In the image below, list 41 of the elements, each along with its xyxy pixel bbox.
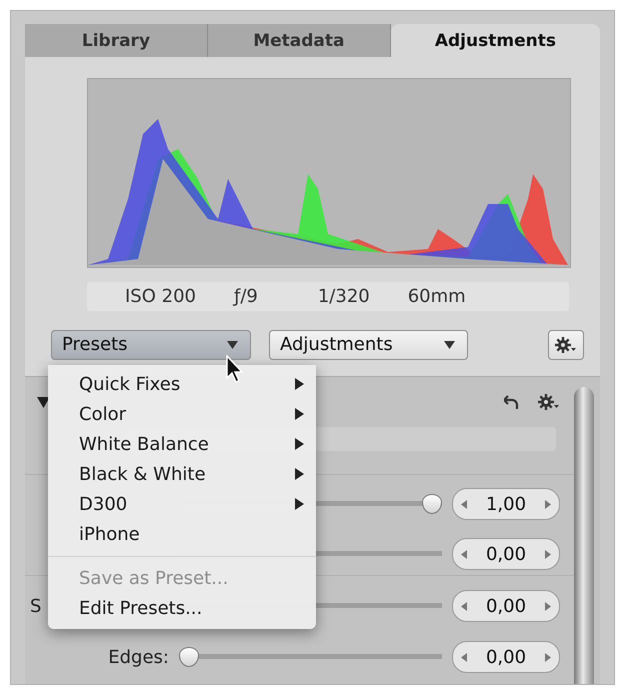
- presets-dropdown[interactable]: Presets: [51, 330, 251, 360]
- right-arrow-icon[interactable]: [544, 602, 551, 610]
- menu-item[interactable]: White Balance: [48, 429, 316, 459]
- right-arrow-icon[interactable]: [544, 500, 551, 508]
- menu-item[interactable]: Edit Presets...: [48, 593, 316, 623]
- right-arrow-icon[interactable]: [544, 550, 551, 558]
- value-stepper[interactable]: 0,00: [452, 641, 560, 673]
- menu-item[interactable]: Color: [48, 399, 316, 429]
- panel-tab[interactable]: Metadata: [208, 24, 391, 57]
- left-arrow-icon[interactable]: [461, 652, 467, 662]
- value-stepper[interactable]: 1,00: [452, 488, 560, 520]
- panel-tab[interactable]: Library: [25, 24, 208, 57]
- left-arrow-icon[interactable]: [461, 550, 467, 558]
- disclosure-triangle-icon[interactable]: [37, 396, 50, 408]
- left-arrow-icon[interactable]: [461, 500, 467, 508]
- scrollbar-thumb[interactable]: [574, 387, 594, 684]
- value-stepper[interactable]: 0,00: [452, 538, 560, 570]
- undo-icon[interactable]: [504, 394, 520, 410]
- caret-icon: [444, 340, 455, 348]
- exif-value: ƒ/9: [234, 286, 258, 307]
- menu-item[interactable]: D300: [48, 489, 316, 519]
- mouse-pointer-icon: [226, 355, 246, 385]
- menu-item[interactable]: iPhone: [48, 519, 316, 549]
- left-arrow-icon[interactable]: [461, 602, 467, 610]
- slider-label: Edges:: [108, 646, 170, 668]
- slider-label: S: [29, 596, 42, 616]
- exif-value: 60mm: [408, 286, 466, 307]
- adjustments-dropdown[interactable]: Adjustments: [269, 330, 468, 360]
- caret-icon: [227, 340, 238, 348]
- slider-thumb[interactable]: [422, 494, 442, 514]
- settings-button[interactable]: [548, 330, 584, 360]
- exif-value: 1/320: [318, 286, 370, 307]
- value-stepper[interactable]: 0,00: [452, 590, 560, 622]
- panel-tab[interactable]: Adjustments: [390, 24, 600, 57]
- right-arrow-icon[interactable]: [544, 652, 551, 662]
- gear-icon: [555, 336, 577, 354]
- gear-icon: [538, 393, 560, 411]
- exif-value: ISO 200: [125, 286, 196, 307]
- menu-item[interactable]: Black & White: [48, 459, 316, 489]
- menu-item[interactable]: Quick Fixes: [48, 369, 316, 399]
- slider-thumb[interactable]: [179, 647, 199, 667]
